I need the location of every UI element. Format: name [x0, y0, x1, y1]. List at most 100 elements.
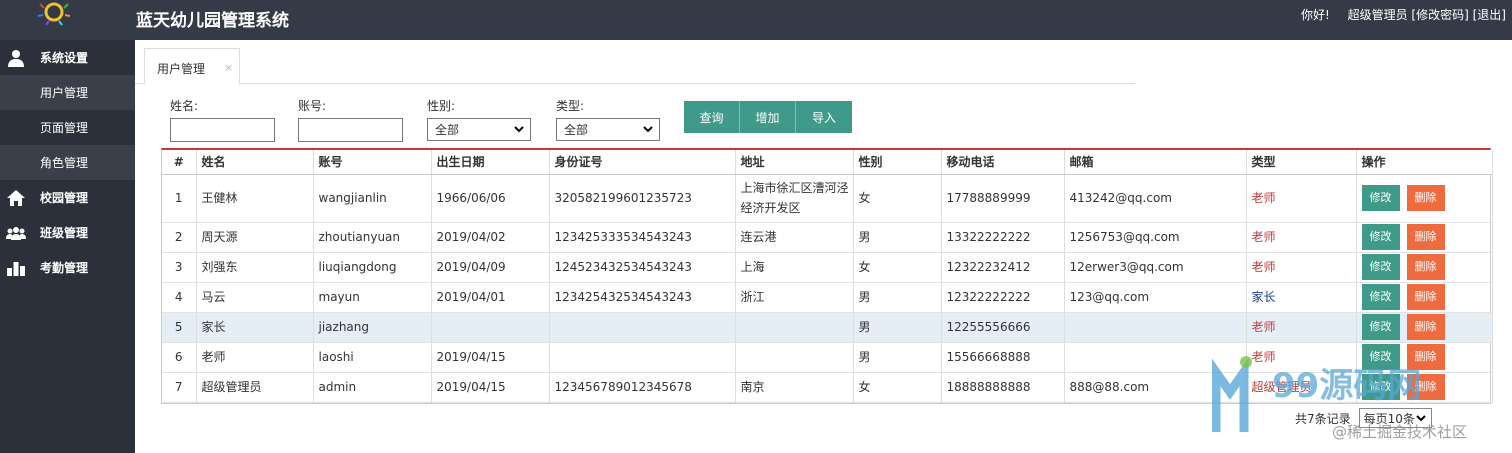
- table-header-row: # 姓名 账号 出生日期 身份证号 地址 性别 移动电话 邮箱 类型 操作: [162, 150, 1493, 175]
- cell-account: zhoutianyuan: [313, 222, 432, 253]
- home-icon: [5, 189, 27, 207]
- cell-address: [735, 312, 854, 343]
- cell-no: 1: [162, 174, 197, 223]
- bar-chart-icon: [5, 259, 27, 277]
- cell-id: 123425432534543243: [549, 282, 736, 313]
- type-label: 类型:: [556, 99, 585, 113]
- cell-actions: 修改 删除: [1356, 282, 1493, 313]
- cell-name: 马云: [196, 282, 314, 313]
- gender-select-value: 全部: [435, 123, 460, 137]
- cell-birth: 2019/04/15: [431, 342, 550, 373]
- col-header: 操作: [1356, 150, 1493, 175]
- app-title: 蓝天幼儿园管理系统: [136, 11, 289, 31]
- change-password-link[interactable]: [修改密码]: [1411, 8, 1468, 22]
- sidebar-group-label: 班级管理: [40, 226, 89, 240]
- filter-type: 类型: 全部: [556, 97, 660, 141]
- cell-gender: 女: [853, 372, 942, 403]
- cell-gender: 女: [853, 252, 942, 283]
- chevron-down-icon: [514, 126, 524, 133]
- cell-actions: 修改 删除: [1356, 222, 1493, 253]
- cell-no: 4: [162, 282, 197, 313]
- tab-label: 用户管理: [157, 62, 206, 76]
- cell-email: 123@qq.com: [1064, 282, 1247, 313]
- filter-gender: 性别: 全部: [427, 97, 531, 141]
- cell-type: 老师: [1246, 222, 1357, 253]
- cell-gender: 女: [853, 174, 942, 223]
- col-header: 性别: [853, 150, 942, 175]
- add-button[interactable]: 增加: [740, 101, 796, 133]
- cell-address: [735, 342, 854, 373]
- import-button[interactable]: 导入: [796, 101, 852, 133]
- delete-button[interactable]: 删除: [1406, 185, 1445, 211]
- cell-no: 5: [162, 312, 197, 343]
- watermark-brand: 99源码网: [1272, 366, 1421, 406]
- edit-button[interactable]: 修改: [1361, 185, 1400, 211]
- gender-label: 性别:: [427, 99, 456, 113]
- edit-button[interactable]: 修改: [1361, 254, 1400, 280]
- sidebar-item-role-management[interactable]: 角色管理: [0, 145, 135, 180]
- col-header: 账号: [313, 150, 432, 175]
- cell-address: 浙江: [735, 282, 854, 313]
- cell-name: 刘强东: [196, 252, 314, 283]
- type-select-value: 全部: [564, 123, 589, 137]
- cell-actions: 修改 删除: [1356, 174, 1493, 223]
- cell-gender: 男: [853, 282, 942, 313]
- table-row: 5 家长 jiazhang 男 12255556666 老师 修改 删除: [162, 312, 1493, 343]
- cell-email: [1064, 312, 1247, 343]
- user-icon: [5, 49, 27, 67]
- delete-button[interactable]: 删除: [1406, 284, 1445, 310]
- cell-type: 老师: [1246, 174, 1357, 223]
- table-row: 4 马云 mayun 2019/04/01 123425432534543243 浙江男 1…: [162, 282, 1493, 313]
- edit-button[interactable]: 修改: [1361, 314, 1400, 340]
- query-button[interactable]: 查询: [684, 101, 740, 133]
- cell-phone: 17788889999: [941, 174, 1065, 223]
- greeting: 你好!: [1300, 8, 1330, 22]
- cell-name: 家长: [196, 312, 314, 343]
- sidebar-group-class[interactable]: 班级管理: [0, 215, 135, 250]
- sidebar: 系统设置 用户管理 页面管理 角色管理 校园管理 班级管理 考勤管理: [0, 40, 135, 453]
- cell-birth: 2019/04/15: [431, 372, 550, 403]
- sidebar-item-page-management[interactable]: 页面管理: [0, 110, 135, 145]
- cell-id: [549, 312, 736, 343]
- cell-gender: 男: [853, 312, 942, 343]
- cell-name: 周天源: [196, 222, 314, 253]
- sidebar-group-label: 系统设置: [40, 51, 89, 65]
- cell-email: 1256753@qq.com: [1064, 222, 1247, 253]
- type-select[interactable]: 全部: [556, 118, 660, 141]
- sidebar-item-user-management[interactable]: 用户管理: [0, 75, 135, 110]
- col-header: 出生日期: [431, 150, 550, 175]
- logout-link[interactable]: [退出]: [1473, 8, 1506, 22]
- cell-name: 老师: [196, 342, 314, 373]
- name-input[interactable]: [170, 118, 275, 142]
- gender-select[interactable]: 全部: [427, 118, 531, 141]
- cell-birth: 2019/04/01: [431, 282, 550, 313]
- cell-birth: 1966/06/06: [431, 174, 550, 223]
- cell-birth: 2019/04/09: [431, 252, 550, 283]
- col-header: 类型: [1246, 150, 1357, 175]
- cell-address: 上海市徐汇区漕河泾经济开发区: [735, 174, 854, 223]
- cell-name: 王健林: [196, 174, 314, 223]
- sidebar-group-attendance[interactable]: 考勤管理: [0, 250, 135, 285]
- cell-birth: [431, 312, 550, 343]
- tab-user-management[interactable]: 用户管理 ×: [144, 48, 240, 85]
- tab-bar: 用户管理 ×: [135, 40, 1135, 85]
- user-role: 超级管理员: [1347, 8, 1408, 22]
- filter-name: 姓名:: [170, 97, 275, 142]
- cell-email: 413242@qq.com: [1064, 174, 1247, 223]
- sidebar-group-system-settings[interactable]: 系统设置: [0, 40, 135, 75]
- delete-button[interactable]: 删除: [1406, 314, 1445, 340]
- close-icon[interactable]: ×: [224, 61, 233, 74]
- cell-phone: 13322222222: [941, 222, 1065, 253]
- sidebar-group-campus[interactable]: 校园管理: [0, 180, 135, 215]
- cell-birth: 2019/04/02: [431, 222, 550, 253]
- cell-phone: 18888888888: [941, 372, 1065, 403]
- account-input[interactable]: [298, 118, 403, 142]
- delete-button[interactable]: 删除: [1406, 224, 1445, 250]
- edit-button[interactable]: 修改: [1361, 284, 1400, 310]
- cell-address: 南京: [735, 372, 854, 403]
- delete-button[interactable]: 删除: [1406, 254, 1445, 280]
- table-row: 2 周天源 zhoutianyuan 2019/04/02 12342533353454…: [162, 222, 1493, 253]
- edit-button[interactable]: 修改: [1361, 224, 1400, 250]
- cell-account: jiazhang: [313, 312, 432, 343]
- cell-id: 320582199601235723: [549, 174, 736, 223]
